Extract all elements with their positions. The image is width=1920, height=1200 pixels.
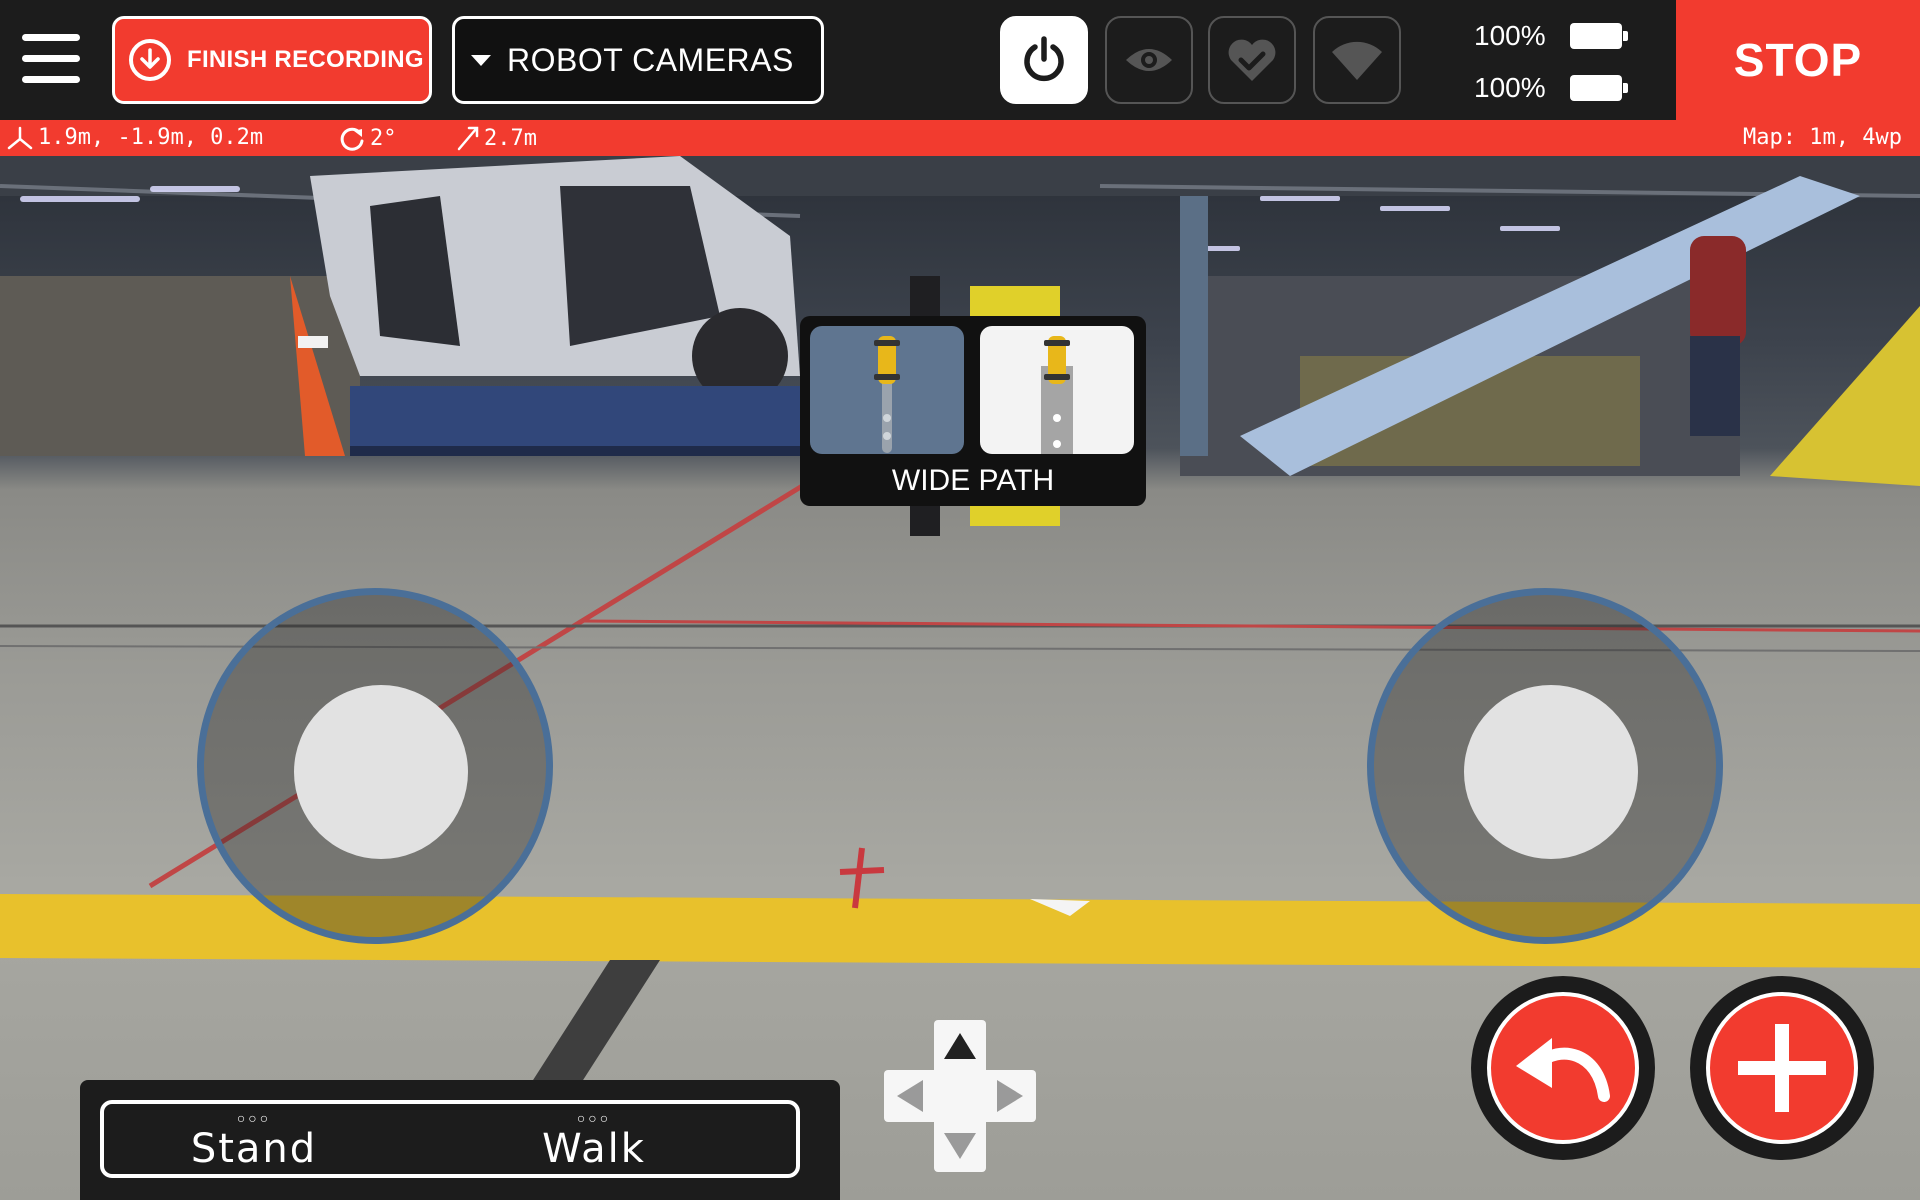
add-waypoint-button[interactable]	[1690, 976, 1874, 1160]
arrow-down-icon	[944, 1133, 976, 1159]
map-value: Map: 1m, 4wp	[1743, 125, 1902, 150]
chevron-down-icon	[471, 54, 491, 66]
download-circle-icon	[129, 39, 171, 81]
left-joystick-knob[interactable]	[294, 685, 468, 859]
battery-1-percent: 100%	[1474, 20, 1546, 51]
path-mode-selector: WIDE PATH	[800, 316, 1146, 506]
motion-mode-toggle: ○○○ Stand ○○○ Walk	[100, 1100, 800, 1178]
right-joystick[interactable]	[1367, 588, 1723, 944]
walk-button[interactable]: ○○○ Walk	[444, 1104, 744, 1174]
stand-hold-dots: ○○○	[236, 1110, 272, 1126]
wide-path-icon	[1041, 336, 1073, 454]
undo-arrow-icon	[1516, 1038, 1610, 1102]
dpad-center	[934, 1070, 986, 1122]
direction-pad	[884, 1020, 1036, 1172]
add-button-face	[1706, 992, 1858, 1144]
power-icon	[1024, 36, 1064, 82]
walk-hold-dots: ○○○	[576, 1110, 612, 1126]
dpad-up-button[interactable]	[934, 1020, 986, 1072]
distance-icon	[457, 126, 479, 151]
wifi-icon	[1332, 41, 1382, 80]
position-value: 1.9m, -1.9m, 0.2m	[38, 125, 264, 150]
plus-icon	[1738, 1024, 1826, 1112]
camera-select-label: ROBOT CAMERAS	[507, 41, 794, 78]
undo-button[interactable]	[1471, 976, 1655, 1160]
stand-button[interactable]: ○○○ Stand	[104, 1104, 404, 1174]
rotate-icon	[340, 127, 364, 151]
dpad-down-button[interactable]	[934, 1120, 986, 1172]
arrow-up-icon	[944, 1033, 976, 1059]
position-readout: 1.9m, -1.9m, 0.2m	[6, 125, 263, 150]
map-readout: Map: 1m, 4wp	[1743, 125, 1902, 150]
undo-button-face	[1487, 992, 1639, 1144]
motion-mode-panel: ○○○ Stand ○○○ Walk	[80, 1080, 840, 1200]
finish-recording-button[interactable]: FINISH RECORDING	[112, 16, 432, 104]
battery-icon	[1570, 23, 1628, 49]
rotation-readout: 2°	[338, 125, 397, 151]
battery-2-percent: 100%	[1474, 72, 1546, 103]
odometry-status-bar: 1.9m, -1.9m, 0.2m 2° 2.7m Map: 1m, 4wp	[0, 120, 1920, 156]
rotation-value: 2°	[370, 125, 397, 151]
axes-icon	[7, 126, 33, 149]
hamburger-icon-bar	[22, 55, 80, 62]
arrow-right-icon	[997, 1080, 1023, 1112]
dpad-left-button[interactable]	[884, 1070, 936, 1122]
right-joystick-knob[interactable]	[1464, 685, 1638, 859]
power-button[interactable]	[1000, 16, 1088, 104]
narrow-path-option[interactable]	[810, 326, 964, 454]
battery-indicator-1: 100%	[1474, 20, 1628, 52]
menu-button[interactable]	[18, 30, 84, 88]
stand-label: Stand	[190, 1126, 318, 1172]
top-toolbar: FINISH RECORDING ROBOT CAMERAS 100% 100%…	[0, 0, 1920, 120]
finish-recording-label: FINISH RECORDING	[187, 46, 424, 73]
vision-status-indicator	[1105, 16, 1193, 104]
path-mode-label: WIDE PATH	[891, 464, 1055, 497]
arrow-left-icon	[897, 1080, 923, 1112]
distance-readout: 2.7m	[456, 125, 537, 151]
battery-indicator-2: 100%	[1474, 72, 1628, 104]
wide-path-option[interactable]	[980, 326, 1134, 454]
hamburger-icon-bar	[22, 76, 80, 83]
narrow-path-icon	[874, 336, 900, 453]
heart-check-icon	[1228, 39, 1276, 81]
battery-icon	[1570, 75, 1628, 101]
eye-icon	[1126, 49, 1172, 71]
connection-status-indicator	[1313, 16, 1401, 104]
left-joystick[interactable]	[197, 588, 553, 944]
stop-button[interactable]: STOP	[1676, 0, 1920, 120]
hamburger-icon-bar	[22, 34, 80, 41]
health-status-indicator	[1208, 16, 1296, 104]
walk-label: Walk	[542, 1126, 646, 1172]
camera-select-dropdown[interactable]: ROBOT CAMERAS	[452, 16, 824, 104]
dpad-right-button[interactable]	[984, 1070, 1036, 1122]
distance-value: 2.7m	[484, 125, 537, 151]
